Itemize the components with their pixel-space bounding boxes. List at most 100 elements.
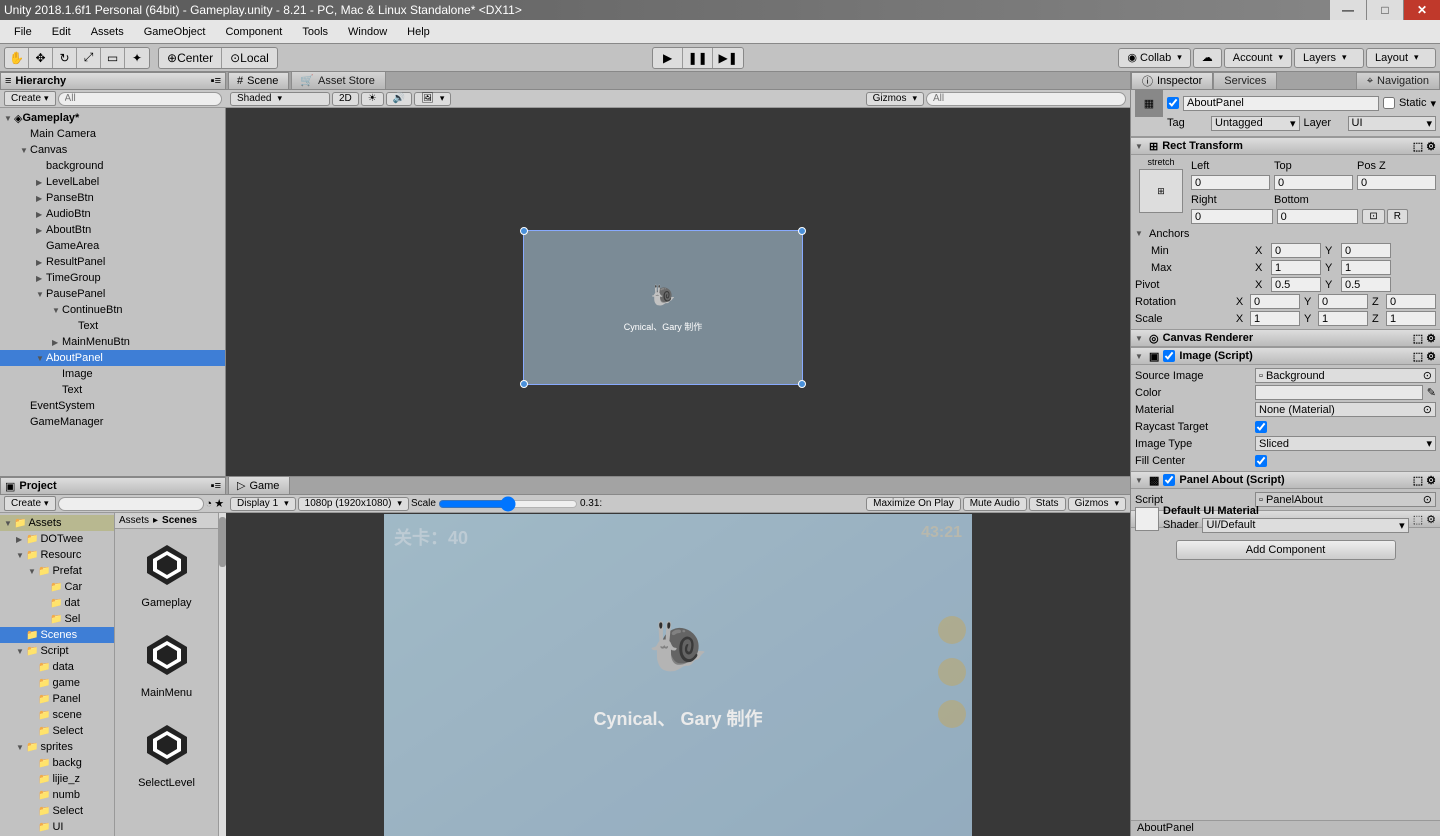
gizmos-button[interactable]: Gizmos: [866, 92, 924, 106]
maximize-on-play[interactable]: Maximize On Play: [866, 497, 961, 511]
move-tool[interactable]: ✥: [29, 48, 53, 68]
pivot-center-button[interactable]: ⊕ Center: [159, 48, 222, 68]
services-tab[interactable]: Services: [1213, 72, 1277, 89]
raw-button[interactable]: R: [1387, 209, 1408, 224]
color-field[interactable]: [1255, 385, 1423, 400]
account-button[interactable]: Account: [1224, 48, 1292, 68]
project-folder[interactable]: 📁Panel: [0, 691, 114, 707]
scale-x[interactable]: [1250, 311, 1300, 326]
add-component-button[interactable]: Add Component: [1176, 540, 1396, 560]
project-folder[interactable]: 📁Select: [0, 723, 114, 739]
pause-button[interactable]: ❚❚: [683, 48, 713, 68]
image-type-dropdown[interactable]: Sliced▾: [1255, 436, 1436, 451]
menu-edit[interactable]: Edit: [42, 23, 81, 41]
project-folder[interactable]: 📁Car: [0, 579, 114, 595]
project-folder[interactable]: 📁Assets: [0, 515, 114, 531]
hand-tool[interactable]: ✋: [5, 48, 29, 68]
side-button[interactable]: [938, 616, 966, 644]
panel-menu-icon[interactable]: ▪≡: [211, 75, 221, 87]
menu-gameobject[interactable]: GameObject: [134, 23, 216, 41]
anchor-min-y[interactable]: [1341, 243, 1391, 258]
project-folder[interactable]: 📁Resourc: [0, 547, 114, 563]
window-maximize-button[interactable]: □: [1367, 0, 1403, 20]
navigation-tab[interactable]: ⌖ Navigation: [1356, 72, 1440, 89]
source-image-field[interactable]: ▫ Background⊙: [1255, 368, 1436, 383]
scene-search-input[interactable]: [926, 92, 1126, 106]
rect-transform-header[interactable]: ⊞ Rect Transform⬚ ⚙: [1131, 137, 1440, 155]
game-display-dropdown[interactable]: Display 1: [230, 497, 296, 511]
scene-view[interactable]: 🐌 Cynical、Gary 制作: [226, 108, 1130, 476]
scene-row[interactable]: ◈ Gameplay*: [0, 110, 225, 126]
game-gizmos[interactable]: Gizmos: [1068, 497, 1126, 511]
menu-assets[interactable]: Assets: [81, 23, 134, 41]
bottom-input[interactable]: [1277, 209, 1359, 224]
shading-mode[interactable]: Shaded: [230, 92, 330, 106]
collab-button[interactable]: ◉ Collab: [1118, 48, 1190, 68]
filter-icon[interactable]: ★: [214, 497, 224, 510]
audio-icon[interactable]: 🔊: [386, 92, 412, 106]
pivot-local-button[interactable]: ⊙ Local: [222, 48, 277, 68]
blueprint-button[interactable]: ⊡: [1362, 209, 1384, 224]
game-view[interactable]: 关卡：40 43:21 🐌 Cynical、 Gary 制作: [226, 513, 1130, 836]
top-input[interactable]: [1274, 175, 1353, 190]
right-input[interactable]: [1191, 209, 1273, 224]
hierarchy-item[interactable]: PanseBtn: [0, 190, 225, 206]
tag-dropdown[interactable]: Untagged▾: [1211, 116, 1300, 131]
project-folder[interactable]: 📁lijie_z: [0, 771, 114, 787]
hierarchy-item[interactable]: TimeGroup: [0, 270, 225, 286]
multi-tool[interactable]: ✦: [125, 48, 149, 68]
hierarchy-item[interactable]: ContinueBtn: [0, 302, 225, 318]
static-checkbox[interactable]: [1383, 97, 1395, 109]
hierarchy-item[interactable]: PausePanel: [0, 286, 225, 302]
project-tab[interactable]: ▣ Project ▪≡: [0, 477, 226, 495]
game-tab[interactable]: ▷Game: [228, 476, 290, 494]
menu-component[interactable]: Component: [215, 23, 292, 41]
step-button[interactable]: ▶❚: [713, 48, 743, 68]
mute-audio[interactable]: Mute Audio: [963, 497, 1027, 511]
side-button[interactable]: [938, 700, 966, 728]
hierarchy-item[interactable]: GameManager: [0, 414, 225, 430]
gameobject-active-checkbox[interactable]: [1167, 97, 1179, 109]
project-folder[interactable]: 📁data: [0, 659, 114, 675]
gameobject-name-input[interactable]: [1183, 96, 1379, 111]
anchor-min-x[interactable]: [1271, 243, 1321, 258]
hierarchy-item[interactable]: GameArea: [0, 238, 225, 254]
project-folder[interactable]: 📁scene: [0, 707, 114, 723]
project-folder[interactable]: 📁game: [0, 675, 114, 691]
asset-item[interactable]: MainMenu: [139, 627, 195, 699]
project-folder[interactable]: 📁Scenes: [0, 627, 114, 643]
hierarchy-item[interactable]: MainMenuBtn: [0, 334, 225, 350]
project-folder[interactable]: 📁Script: [0, 643, 114, 659]
layout-button[interactable]: Layout: [1366, 48, 1436, 68]
cloud-button[interactable]: ☁: [1193, 48, 1222, 68]
project-folder[interactable]: 📁Sel: [0, 611, 114, 627]
hierarchy-item[interactable]: ResultPanel: [0, 254, 225, 270]
light-icon[interactable]: ☀: [361, 92, 384, 106]
pivot-y[interactable]: [1341, 277, 1391, 292]
hierarchy-create-button[interactable]: Create: [4, 91, 56, 106]
hierarchy-item[interactable]: Text: [0, 382, 225, 398]
project-folder[interactable]: 📁UI: [0, 819, 114, 835]
rot-x[interactable]: [1250, 294, 1300, 309]
raycast-checkbox[interactable]: [1255, 421, 1267, 433]
project-folder[interactable]: 📁sprites: [0, 739, 114, 755]
project-folder[interactable]: 📁Prefat: [0, 563, 114, 579]
play-button[interactable]: ▶: [653, 48, 683, 68]
project-breadcrumb[interactable]: Assets ▸ Scenes: [115, 513, 218, 529]
inspector-tab[interactable]: ⓘ Inspector: [1131, 72, 1213, 89]
mode-2d-button[interactable]: 2D: [332, 92, 359, 106]
pivot-x[interactable]: [1271, 277, 1321, 292]
panel-about-header[interactable]: ▩Panel About (Script)⬚ ⚙: [1131, 471, 1440, 489]
material-field[interactable]: None (Material)⊙: [1255, 402, 1436, 417]
layers-button[interactable]: Layers: [1294, 48, 1364, 68]
layer-dropdown[interactable]: UI▾: [1348, 116, 1437, 131]
hierarchy-item[interactable]: AboutBtn: [0, 222, 225, 238]
project-folder[interactable]: 📁dat: [0, 595, 114, 611]
rot-z[interactable]: [1386, 294, 1436, 309]
game-resolution-dropdown[interactable]: 1080p (1920x1080): [298, 497, 409, 511]
filter-icon[interactable]: ◔: [206, 498, 213, 510]
material-header[interactable]: Default UI Material ShaderUI/Default▾ ⬚ …: [1131, 510, 1440, 528]
hierarchy-item[interactable]: Canvas: [0, 142, 225, 158]
rot-y[interactable]: [1318, 294, 1368, 309]
hierarchy-search-input[interactable]: [58, 92, 222, 106]
